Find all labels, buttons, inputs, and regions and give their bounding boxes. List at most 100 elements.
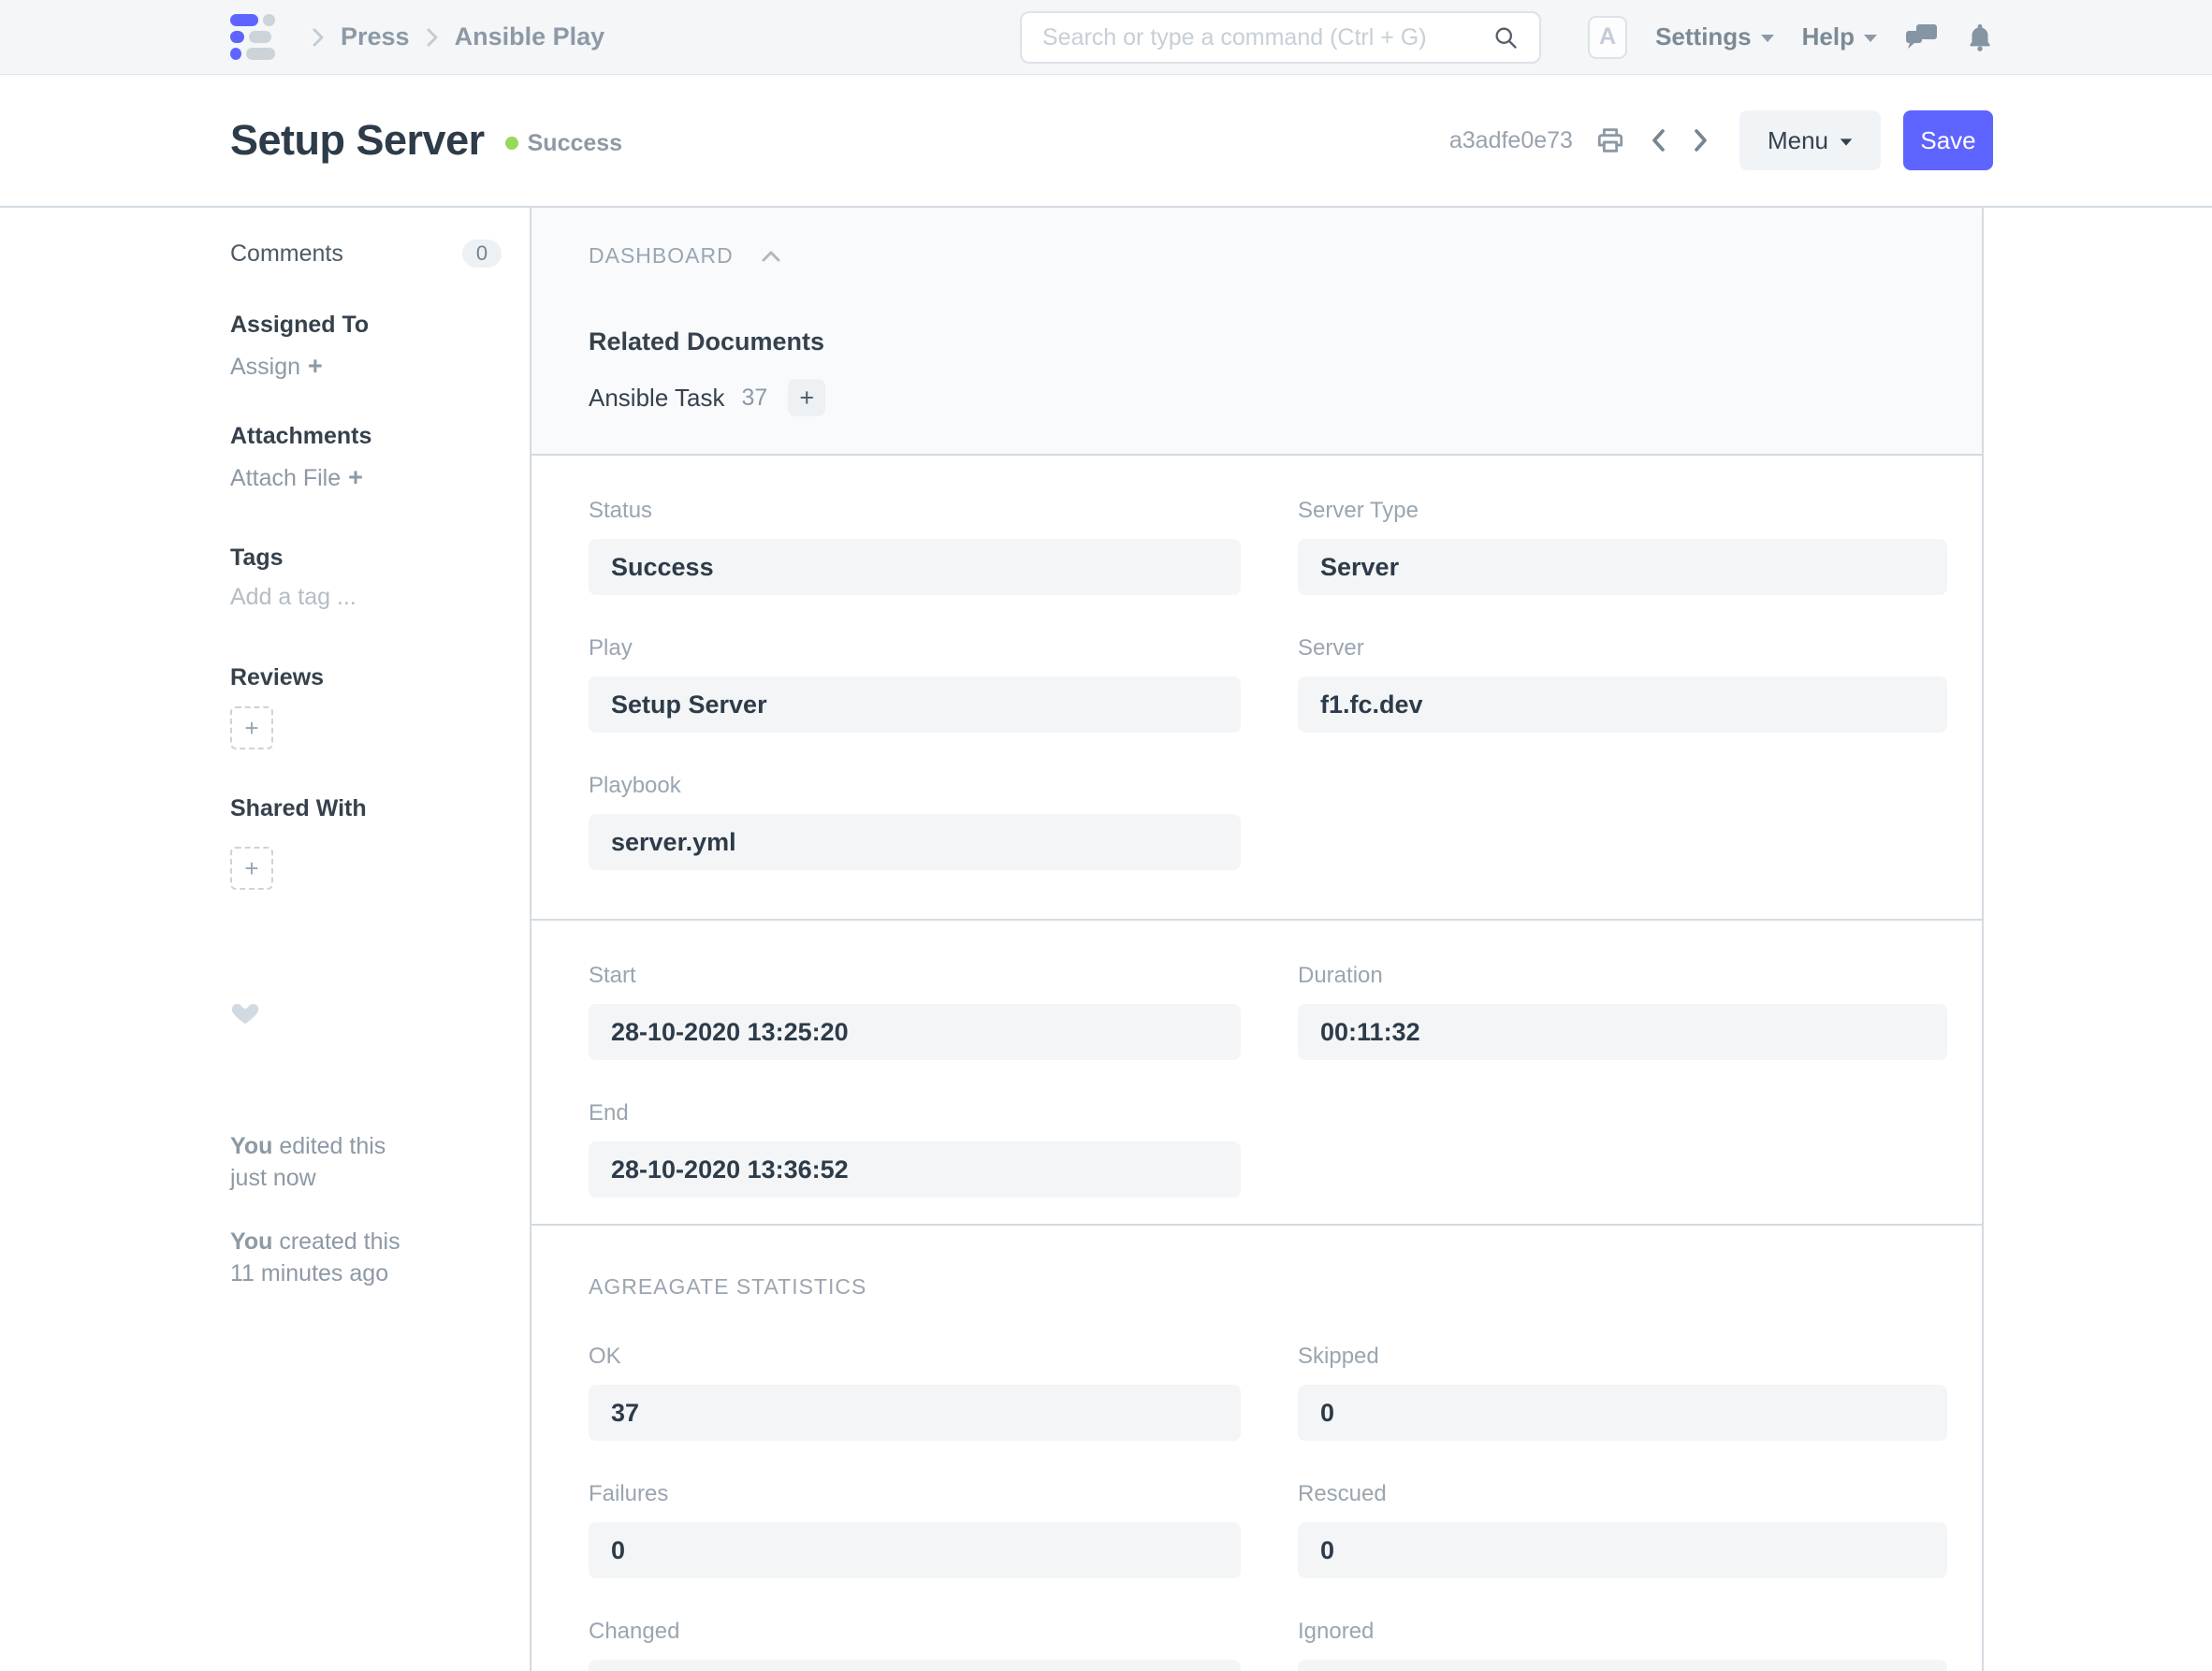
breadcrumb-item-ansible-play[interactable]: Ansible Play (455, 22, 605, 51)
logo-shape (263, 14, 275, 26)
breadcrumb-item-press[interactable]: Press (341, 22, 410, 51)
field-label: OK (589, 1343, 1241, 1370)
field-label: End (589, 1099, 1241, 1126)
activity-user: You (230, 1133, 272, 1159)
help-menu[interactable]: Help (1802, 22, 1877, 51)
form-sidebar: Comments 0 Assigned To Assign+ Attachmen… (0, 208, 530, 1671)
search-icon[interactable] (1492, 24, 1519, 51)
ansible-task-link[interactable]: Ansible Task (589, 384, 725, 413)
collapse-chevron-up-icon[interactable] (760, 249, 782, 263)
logo-shape (230, 31, 244, 43)
add-review-button[interactable]: + (230, 706, 273, 749)
logo-shape (246, 48, 275, 60)
field-failures: Failures 0 (589, 1480, 1241, 1578)
comments-link[interactable]: Comments (230, 240, 343, 268)
start-input[interactable]: 28-10-2020 13:25:20 (589, 1004, 1241, 1060)
field-label: Changed (589, 1618, 1241, 1645)
field-label: Duration (1298, 962, 1947, 989)
tags-heading: Tags (230, 544, 502, 572)
next-document-icon[interactable] (1691, 126, 1711, 154)
save-button[interactable]: Save (1903, 110, 1993, 170)
ok-input[interactable]: 37 (589, 1385, 1241, 1441)
field-label: Server Type (1298, 497, 1947, 524)
ignored-input[interactable]: 0 (1298, 1660, 1947, 1671)
logo-shape (230, 48, 241, 60)
created-activity: You created this 11 minutes ago (230, 1226, 502, 1289)
logo-shape (230, 14, 258, 26)
field-label: Failures (589, 1480, 1241, 1507)
field-label: Skipped (1298, 1343, 1947, 1370)
help-label: Help (1802, 22, 1855, 51)
field-label: Playbook (589, 772, 1241, 799)
related-documents-heading: Related Documents (589, 328, 1948, 355)
aggregate-statistics-section: AGREAGATE STATISTICS OK 37 Skipped 0 Fai… (531, 1226, 1982, 1671)
add-share-button[interactable]: + (230, 847, 273, 890)
right-gutter (1984, 208, 2212, 1671)
activity-user: You (230, 1228, 272, 1255)
server-type-input[interactable]: Server (1298, 539, 1947, 595)
logo-shape (249, 31, 271, 43)
chevron-down-icon (1761, 35, 1774, 42)
field-label: Start (589, 962, 1241, 989)
menu-button-label: Menu (1768, 126, 1828, 155)
field-rescued: Rescued 0 (1298, 1480, 1947, 1578)
field-label: Server (1298, 634, 1947, 661)
field-ok: OK 37 (589, 1343, 1241, 1441)
skipped-input[interactable]: 0 (1298, 1385, 1947, 1441)
assigned-to-heading: Assigned To (230, 311, 502, 339)
aggregate-statistics-heading: AGREAGATE STATISTICS (589, 1274, 1948, 1300)
notifications-bell-icon[interactable] (1967, 22, 1993, 52)
activity-action: created this (279, 1228, 400, 1255)
menu-button[interactable]: Menu (1739, 110, 1881, 170)
search-placeholder: Search or type a command (Ctrl + G) (1042, 24, 1492, 51)
app-logo-icon[interactable] (230, 14, 277, 60)
status-input[interactable]: Success (589, 539, 1241, 595)
edited-activity: You edited this just now (230, 1130, 502, 1194)
avatar[interactable]: A (1588, 16, 1627, 59)
server-input[interactable]: f1.fc.dev (1298, 676, 1947, 733)
field-label: Status (589, 497, 1241, 524)
add-tag-input[interactable]: Add a tag ... (230, 583, 502, 611)
end-input[interactable]: 28-10-2020 13:36:52 (589, 1141, 1241, 1198)
field-start: Start 28-10-2020 13:25:20 (589, 962, 1241, 1060)
status-dot-icon (505, 137, 518, 150)
failures-input[interactable]: 0 (589, 1522, 1241, 1578)
plus-icon: + (348, 463, 363, 491)
field-label: Play (589, 634, 1241, 661)
assign-button[interactable]: Assign+ (230, 352, 502, 381)
plus-icon: + (244, 714, 258, 743)
status-label: Success (528, 130, 622, 157)
comments-count-badge: 0 (462, 240, 502, 268)
playbook-input[interactable]: server.yml (589, 814, 1241, 870)
field-end: End 28-10-2020 13:36:52 (589, 1099, 1241, 1198)
status-indicator: Success (505, 130, 622, 157)
dashboard-section: DASHBOARD Related Documents Ansible Task… (531, 208, 1982, 456)
assign-label: Assign (230, 354, 300, 380)
attach-file-button[interactable]: Attach File+ (230, 463, 502, 492)
navbar: Press Ansible Play Search or type a comm… (0, 0, 2212, 75)
chevron-right-icon (423, 25, 442, 50)
add-ansible-task-button[interactable]: + (788, 379, 825, 416)
avatar-letter: A (1599, 23, 1616, 51)
settings-menu[interactable]: Settings (1655, 22, 1774, 51)
chat-icon[interactable] (1905, 22, 1939, 52)
field-label: Rescued (1298, 1480, 1947, 1507)
changed-input[interactable]: 37 (589, 1660, 1241, 1671)
save-button-label: Save (1920, 126, 1975, 155)
print-icon[interactable] (1595, 125, 1625, 155)
details-section: Status Success Server Type Server Play S… (531, 456, 1982, 921)
global-search-input[interactable]: Search or type a command (Ctrl + G) (1020, 11, 1541, 64)
form-body: DASHBOARD Related Documents Ansible Task… (530, 208, 1984, 1671)
shared-with-heading: Shared With (230, 794, 502, 822)
prev-document-icon[interactable] (1648, 126, 1668, 154)
activity-time: 11 minutes ago (230, 1260, 388, 1286)
play-input[interactable]: Setup Server (589, 676, 1241, 733)
document-id: a3adfe0e73 (1449, 127, 1573, 154)
plus-icon: + (244, 854, 258, 883)
like-heart-icon[interactable] (230, 997, 502, 1025)
related-document-row: Ansible Task 37 + (589, 379, 1948, 416)
rescued-input[interactable]: 0 (1298, 1522, 1947, 1578)
chevron-down-icon (1841, 138, 1853, 145)
duration-input[interactable]: 00:11:32 (1298, 1004, 1947, 1060)
field-server-type: Server Type Server (1298, 497, 1947, 595)
